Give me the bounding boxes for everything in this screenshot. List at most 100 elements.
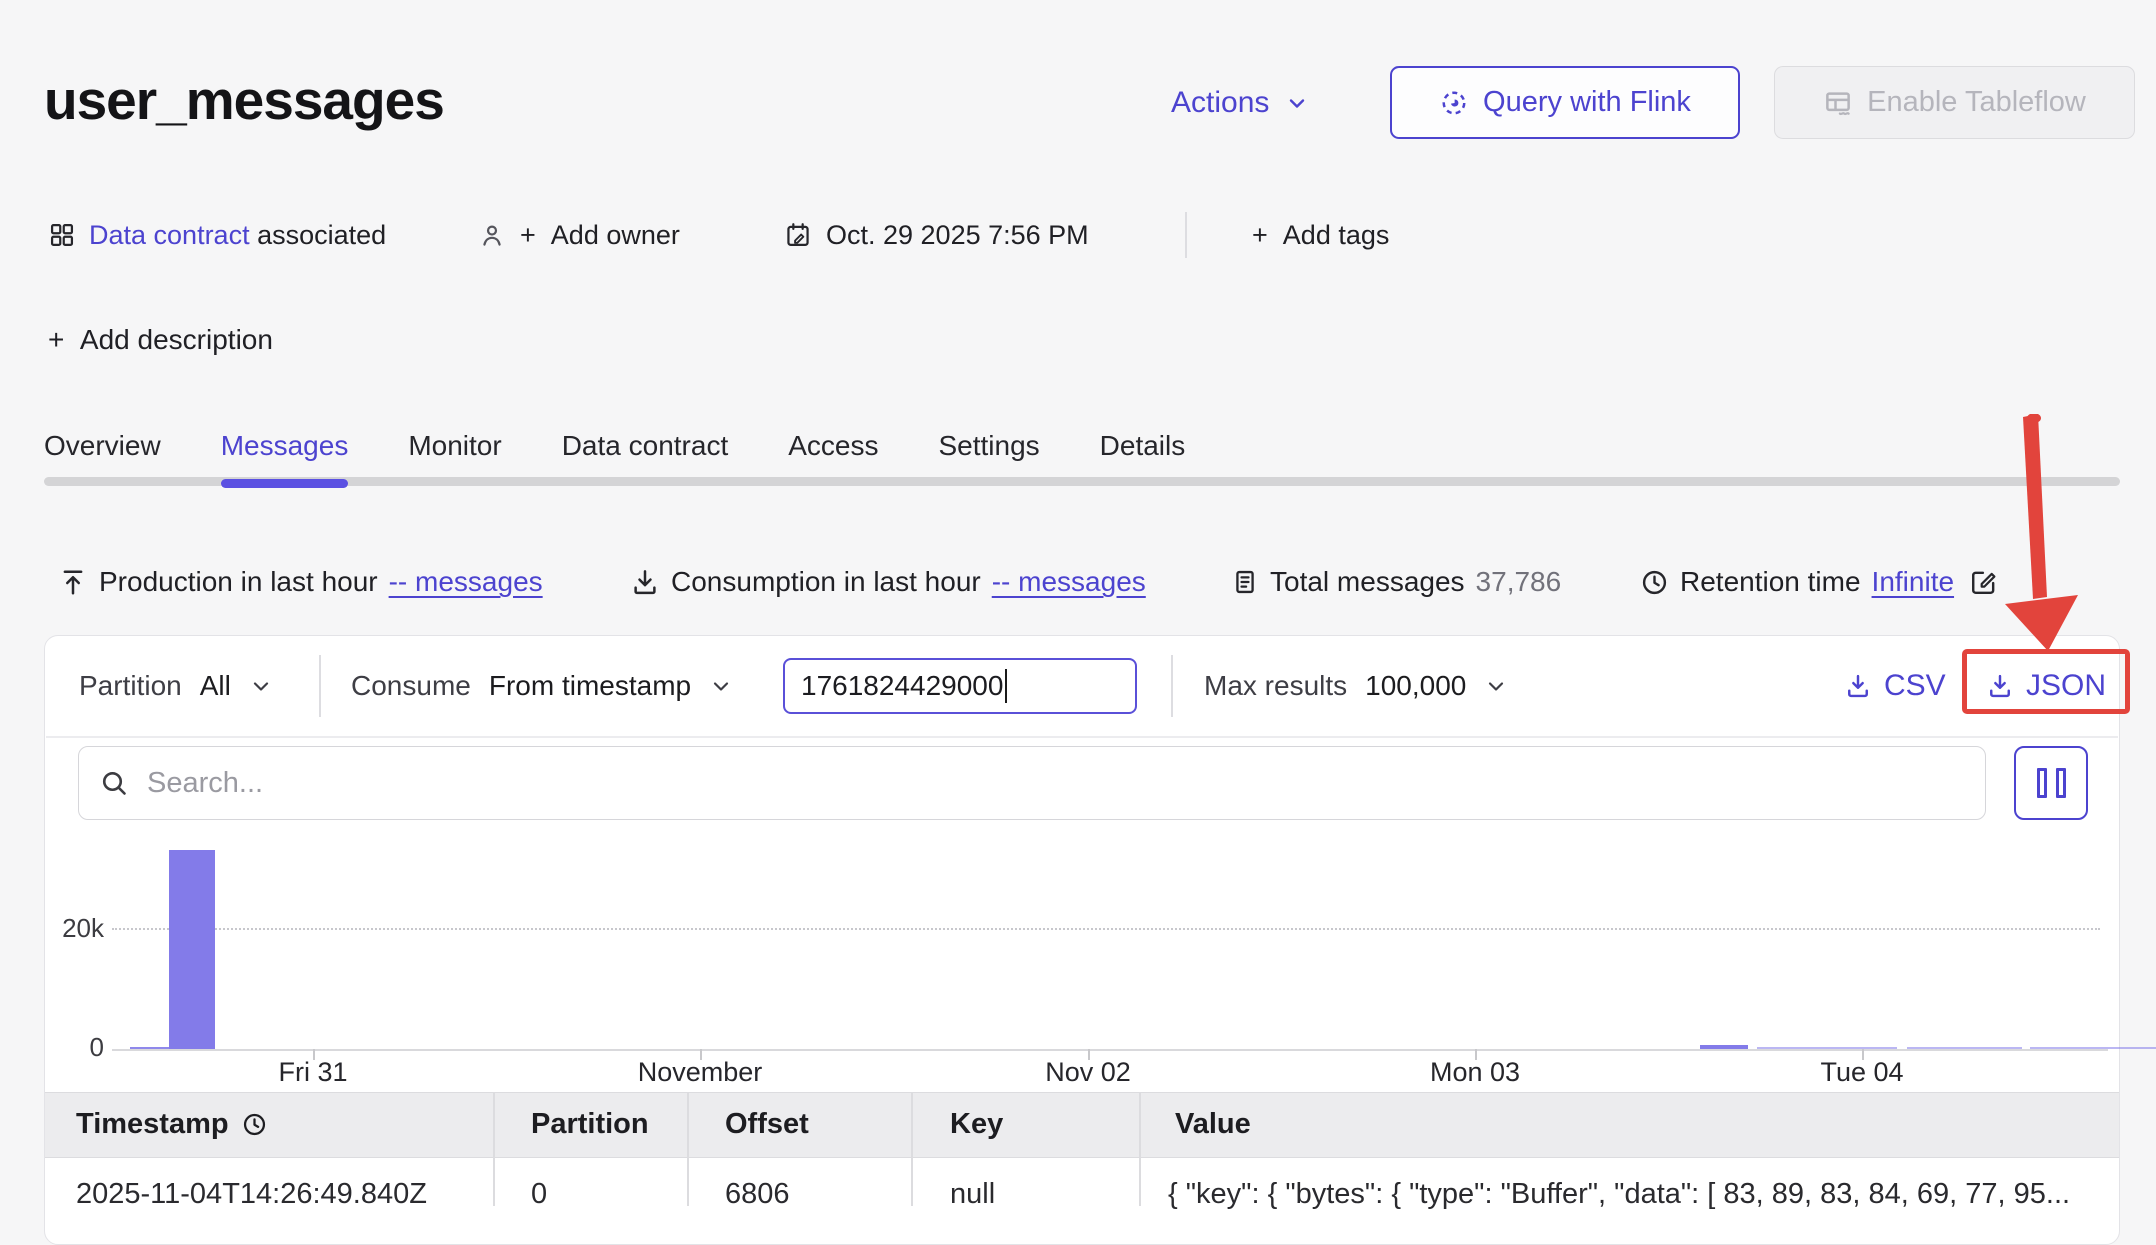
y-axis-tick-20k: 20k	[38, 913, 104, 944]
consumption-value-link[interactable]: -- messages	[992, 566, 1146, 598]
cell-partition: 0	[531, 1178, 547, 1211]
text-caret	[1005, 669, 1007, 703]
column-divider	[1139, 1092, 1141, 1206]
column-header-value[interactable]: Value	[1175, 1108, 1251, 1141]
consume-label: Consume	[351, 670, 471, 702]
data-contract-link[interactable]: Data contract	[89, 220, 250, 250]
modified-date-text: Oct. 29 2025 7:56 PM	[826, 220, 1089, 251]
plus-sign: +	[520, 220, 536, 250]
query-with-flink-label: Query with Flink	[1483, 86, 1691, 119]
data-contract-chip[interactable]: Data contract associated	[48, 213, 386, 257]
tab-details[interactable]: Details	[1100, 430, 1186, 479]
plus-sign: +	[48, 324, 64, 355]
enable-tableflow-button[interactable]: Enable Tableflow	[1774, 66, 2135, 139]
histogram-bar	[2030, 1047, 2156, 1049]
cell-offset: 6806	[725, 1178, 790, 1211]
search-input[interactable]	[145, 766, 1965, 801]
document-icon	[1231, 568, 1259, 596]
add-tags-button[interactable]: + Add tags	[1252, 213, 1389, 257]
total-messages-stat: Total messages 37,786	[1231, 566, 1561, 598]
consumption-label: Consumption in last hour	[671, 566, 981, 598]
add-owner-button[interactable]: + Add owner	[478, 213, 680, 257]
actions-label: Actions	[1171, 86, 1269, 120]
message-histogram	[112, 850, 2108, 1051]
calendar-edit-icon	[784, 221, 812, 249]
enable-tableflow-label: Enable Tableflow	[1867, 86, 2086, 119]
column-divider	[687, 1092, 689, 1206]
tab-settings[interactable]: Settings	[938, 430, 1039, 479]
annotation-highlight-box	[1962, 649, 2130, 714]
search-bar[interactable]	[78, 746, 1986, 820]
retention-label: Retention time	[1680, 566, 1861, 598]
max-results-value: 100,000	[1365, 670, 1466, 702]
column-header-key[interactable]: Key	[950, 1108, 1003, 1141]
tab-messages[interactable]: Messages	[221, 430, 349, 479]
tab-overview[interactable]: Overview	[44, 430, 161, 479]
retention-stat: Retention time Infinite	[1640, 566, 1998, 598]
query-with-flink-button[interactable]: Query with Flink	[1390, 66, 1740, 139]
histogram-bar	[1907, 1047, 2022, 1049]
data-contract-icon	[48, 221, 76, 249]
column-header-timestamp[interactable]: Timestamp	[76, 1108, 268, 1141]
x-axis-label: November	[610, 1057, 790, 1088]
filter-divider	[1171, 655, 1173, 717]
x-axis-label: Tue 04	[1772, 1057, 1952, 1088]
pause-icon	[2056, 768, 2066, 798]
data-contract-suffix: associated	[257, 220, 386, 250]
tab-monitor[interactable]: Monitor	[408, 430, 501, 479]
pause-icon	[2037, 768, 2047, 798]
add-description-label: Add description	[80, 324, 273, 355]
cell-key: null	[950, 1178, 995, 1211]
page-title: user_messages	[44, 68, 444, 132]
histogram-bar	[1757, 1047, 1897, 1049]
csv-label: CSV	[1884, 669, 1946, 703]
plus-sign: +	[1252, 220, 1268, 250]
chevron-down-icon	[709, 674, 733, 698]
chevron-down-icon	[1285, 91, 1309, 115]
search-icon	[99, 768, 129, 798]
partition-filter[interactable]: Partition All	[79, 660, 273, 712]
consume-value: From timestamp	[489, 670, 691, 702]
x-axis-label: Nov 02	[998, 1057, 1178, 1088]
toolbar-divider	[46, 736, 2118, 738]
pause-button[interactable]	[2014, 746, 2088, 820]
total-messages-label: Total messages	[1270, 566, 1465, 598]
max-results-label: Max results	[1204, 670, 1347, 702]
person-icon	[478, 221, 506, 249]
tab-access[interactable]: Access	[788, 430, 878, 479]
retention-value-link[interactable]: Infinite	[1872, 566, 1955, 598]
consume-icon	[630, 567, 660, 597]
timestamp-input-value: 1761824429000	[801, 670, 1003, 702]
table-header	[45, 1092, 2119, 1158]
production-stat: Production in last hour -- messages	[58, 566, 543, 598]
tab-bar: Overview Messages Monitor Data contract …	[44, 430, 1185, 479]
gridline-20k	[112, 928, 2100, 930]
download-icon	[1844, 672, 1872, 700]
production-label: Production in last hour	[99, 566, 378, 598]
timestamp-header-label: Timestamp	[76, 1108, 229, 1141]
actions-menu[interactable]: Actions	[1171, 85, 1309, 121]
column-header-partition[interactable]: Partition	[531, 1108, 649, 1141]
production-value-link[interactable]: -- messages	[389, 566, 543, 598]
tabs-track	[44, 477, 2120, 486]
cell-timestamp: 2025-11-04T14:26:49.840Z	[76, 1178, 427, 1211]
clock-icon	[241, 1111, 268, 1138]
x-axis-label: Fri 31	[223, 1057, 403, 1088]
max-results-filter[interactable]: Max results 100,000	[1204, 660, 1508, 712]
column-divider	[911, 1092, 913, 1206]
add-owner-label: Add owner	[551, 220, 680, 250]
add-description-button[interactable]: + Add description	[48, 320, 273, 360]
timestamp-input[interactable]: 1761824429000	[783, 658, 1137, 714]
tab-data-contract[interactable]: Data contract	[562, 430, 729, 479]
download-csv-button[interactable]: CSV	[1844, 663, 1946, 709]
y-axis-tick-0: 0	[38, 1032, 104, 1063]
consumption-stat: Consumption in last hour -- messages	[630, 566, 1146, 598]
consume-filter[interactable]: Consume From timestamp	[351, 660, 733, 712]
cell-value: { "key": { "bytes": { "type": "Buffer", …	[1168, 1178, 2118, 1211]
modified-date: Oct. 29 2025 7:56 PM	[784, 213, 1089, 257]
tableflow-icon	[1823, 88, 1853, 118]
produce-icon	[58, 567, 88, 597]
column-header-offset[interactable]: Offset	[725, 1108, 809, 1141]
filter-divider	[319, 655, 321, 717]
x-axis-label: Mon 03	[1385, 1057, 1565, 1088]
